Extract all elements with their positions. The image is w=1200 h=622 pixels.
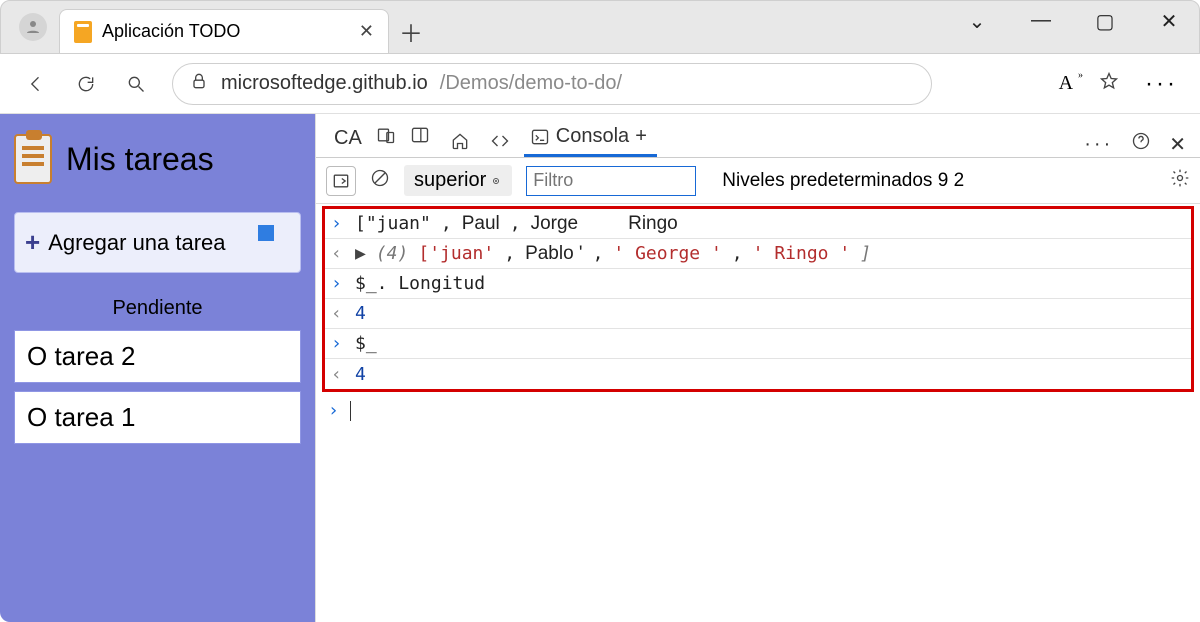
task-item[interactable]: O tarea 1 [14, 391, 301, 444]
address-host: microsoftedge.github.io [221, 72, 428, 95]
highlighted-region: › ["juan" , Paul , Jorge Ringo ‹ ▶ (4) [… [322, 206, 1194, 392]
task-label: tarea 1 [54, 402, 135, 432]
plus-icon: + [25, 227, 40, 258]
profile-avatar[interactable] [19, 13, 47, 41]
chevron-right-icon: › [331, 213, 345, 234]
log-levels-selector[interactable]: Niveles predeterminados 9 2 [722, 170, 964, 192]
console-input-line: › $_ [325, 329, 1191, 359]
chevron-right-icon: › [331, 273, 345, 294]
pending-header: Pendiente [14, 297, 301, 320]
expand-icon[interactable]: ▶ [355, 243, 366, 264]
context-selector[interactable]: superior [404, 165, 512, 196]
chevron-left-icon: ‹ [331, 243, 345, 264]
tab-console-label: Consola [556, 125, 629, 148]
window-controls: ⌄ — ▢ ✕ [959, 9, 1187, 34]
dock-side-icon[interactable] [410, 125, 430, 151]
lock-icon [189, 71, 209, 96]
warnings-count: 2 [954, 170, 965, 191]
add-task-label: Agregar una tarea [48, 230, 225, 256]
clipboard-icon [14, 134, 52, 184]
console-output-line: ‹ 4 [325, 359, 1191, 389]
window-titlebar: Aplicación TODO ✕ ＋ ⌄ — ▢ ✕ [0, 0, 1200, 54]
console-output[interactable]: › ["juan" , Paul , Jorge Ringo ‹ ▶ (4) [… [316, 204, 1200, 622]
devtools-close-button[interactable]: ✕ [1169, 132, 1186, 157]
selection-marker [258, 225, 274, 241]
console-settings-button[interactable] [1170, 168, 1190, 194]
more-tools-button[interactable]: ··· [1084, 133, 1113, 156]
chevron-left-icon: ‹ [331, 303, 345, 324]
filter-input[interactable] [526, 166, 696, 196]
refresh-button[interactable] [72, 70, 100, 98]
tab-close-icon[interactable]: ✕ [359, 21, 374, 42]
clear-console-button[interactable] [370, 168, 390, 194]
console-input-line: › ["juan" , Paul , Jorge Ringo [325, 209, 1191, 239]
task-label: tarea 2 [54, 341, 135, 371]
new-tab-button[interactable]: ＋ [389, 9, 433, 53]
todo-app: Mis tareas + Agregar una tarea Pendiente… [0, 114, 315, 622]
devtools-tabstrip: CA Consola + ··· ✕ [316, 114, 1200, 158]
devtools-panel: CA Consola + ··· ✕ [315, 114, 1200, 622]
app-title: Mis tareas [66, 141, 214, 178]
favorite-button[interactable] [1099, 71, 1119, 96]
text-cursor [350, 401, 351, 421]
console-prompt[interactable]: › [322, 392, 1194, 429]
chevron-left-icon: ‹ [331, 364, 345, 385]
console-toolbar: superior Niveles predeterminados 9 2 [316, 158, 1200, 204]
chevron-right-icon: › [328, 400, 342, 421]
more-button[interactable]: ··· [1145, 70, 1178, 98]
tab-elements[interactable] [484, 125, 520, 157]
task-item[interactable]: O tarea 2 [14, 330, 301, 383]
window-close-button[interactable]: ✕ [1151, 9, 1187, 34]
tab-strip: Aplicación TODO ✕ ＋ [59, 1, 433, 53]
back-button[interactable] [22, 70, 50, 98]
tab-console[interactable]: Consola + [524, 119, 657, 157]
search-button[interactable] [122, 70, 150, 98]
browser-tab-active[interactable]: Aplicación TODO ✕ [59, 9, 389, 53]
browser-toolbar: microsoftedge.github.io/Demos/demo-to-do… [0, 54, 1200, 114]
toggle-sidebar-button[interactable] [326, 166, 356, 196]
read-aloud-button[interactable]: A» [1059, 72, 1073, 95]
window-minimize-button[interactable]: — [1023, 9, 1059, 34]
window-dropdown-icon[interactable]: ⌄ [959, 9, 995, 34]
address-path: /Demos/demo-to-do/ [440, 72, 622, 95]
console-output-line[interactable]: ‹ ▶ (4) ['juan' , Pablo ' , ' George ' ,… [325, 239, 1191, 269]
console-input-line: › $_. Longitud [325, 269, 1191, 299]
address-bar[interactable]: microsoftedge.github.io/Demos/demo-to-do… [172, 63, 932, 105]
window-maximize-button[interactable]: ▢ [1087, 9, 1123, 34]
tab-favicon [74, 21, 92, 43]
add-task-button[interactable]: + Agregar una tarea [14, 212, 301, 273]
chevron-right-icon: › [331, 333, 345, 354]
context-label: superior [414, 169, 486, 192]
help-button[interactable] [1131, 131, 1151, 157]
devtools-locale-badge[interactable]: CA [334, 127, 362, 150]
issues-count: 9 [938, 170, 949, 191]
console-output-line: ‹ 4 [325, 299, 1191, 329]
tab-welcome[interactable] [444, 125, 480, 157]
tab-title: Aplicación TODO [102, 21, 240, 42]
device-toolbar-icon[interactable] [376, 125, 396, 151]
tab-plus[interactable]: + [635, 125, 647, 148]
